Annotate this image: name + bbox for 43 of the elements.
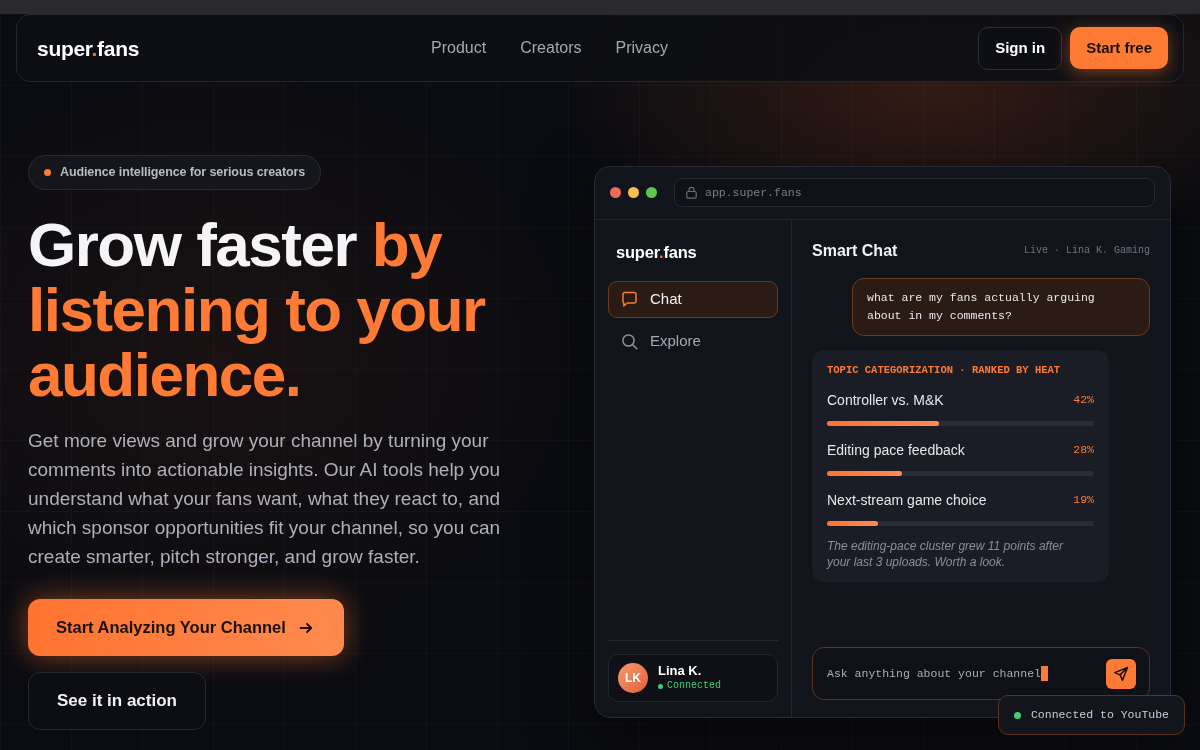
window-dot-icon <box>628 187 639 199</box>
logo: super.fans <box>37 37 140 59</box>
chat-input-field[interactable]: Ask anything about your channel <box>812 647 1150 700</box>
send-button[interactable] <box>1106 658 1136 689</box>
topic-percent: 19% <box>1073 492 1094 509</box>
insight-note: The editing-pace cluster grew 11 points after your last 3 uploads. Worth a look. <box>827 537 1065 570</box>
sign-in-button[interactable]: Sign in <box>978 26 1063 70</box>
nav-link[interactable]: Creators <box>520 36 582 60</box>
tagline-text: Audience intelligence for serious creators <box>60 164 306 182</box>
avatar: LK <box>618 663 648 693</box>
status-dot-icon <box>44 169 51 176</box>
text-cursor-icon <box>1040 666 1048 681</box>
window-dot-icon <box>610 187 621 199</box>
start-analyzing-button[interactable]: Start Analyzing Your Channel <box>28 599 344 656</box>
user-name: Lina K. <box>658 663 703 679</box>
topic-label: Next-stream game choice <box>827 490 987 510</box>
topic-label: Editing pace feedback <box>827 440 965 460</box>
lock-icon <box>686 186 697 200</box>
send-icon <box>1113 665 1129 682</box>
see-it-in-action-button[interactable]: See it in action <box>28 672 206 730</box>
card-heading: TOPIC CATEGORIZATION · RANKED BY HEAT <box>827 362 1062 378</box>
hero-heading: Grow faster by listening to your audience. <box>28 212 487 407</box>
connection-status: Connected <box>667 679 721 693</box>
user-message: what are my fans actually arguing about in my comments? <box>852 277 1150 336</box>
chat-meta: Live · Lina K. Gaming <box>1023 244 1150 259</box>
sidebar-item[interactable]: Explore <box>608 322 778 360</box>
sidebar-item[interactable]: Chat <box>608 280 778 318</box>
window-dot-icon <box>646 187 657 199</box>
topic-percent: 42% <box>1073 392 1094 409</box>
status-dot-icon <box>658 683 663 689</box>
nav-link[interactable]: Privacy <box>615 36 668 60</box>
topic-label: Controller vs. M&K <box>827 390 944 410</box>
chat-title: Smart Chat <box>812 240 898 261</box>
nav-link[interactable]: Product <box>431 36 487 60</box>
toast-text: Connected to YouTube <box>1030 707 1169 724</box>
status-dot-icon <box>1013 711 1021 719</box>
start-free-button[interactable]: Start free <box>1070 27 1168 69</box>
url-text: app.super.fans <box>705 185 802 202</box>
chat-bubble-icon <box>621 290 638 308</box>
topic-percent: 28% <box>1073 442 1094 459</box>
app-logo: super.fans <box>616 241 697 263</box>
search-icon <box>621 332 638 350</box>
hero-paragraph: Get more views and grow your channel by turning your comments into actionable insights. Our AI tools help you understand what your fans want, what they react to, and which sponsor opportunities fit your channel, so you can create smarter, pitch stronger, and grow faster. <box>28 429 502 569</box>
